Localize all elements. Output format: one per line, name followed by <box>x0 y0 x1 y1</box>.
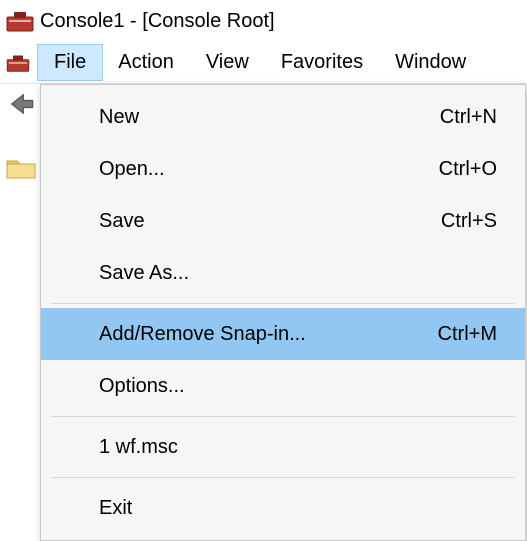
menu-file[interactable]: File <box>38 45 102 80</box>
menuitem-label: New <box>99 106 440 129</box>
menuitem-exit[interactable]: Exit <box>41 482 525 534</box>
menuitem-label: Save <box>99 210 441 233</box>
app-icon-small <box>4 51 32 75</box>
menu-separator <box>51 477 515 478</box>
back-arrow-icon[interactable] <box>7 90 35 125</box>
menuitem-shortcut: Ctrl+M <box>438 323 497 346</box>
menuitem-save-as[interactable]: Save As... <box>41 247 525 299</box>
app-icon <box>6 9 34 33</box>
menuitem-label: Options... <box>99 375 497 398</box>
toolbar-left <box>0 84 42 179</box>
menuitem-open[interactable]: Open... Ctrl+O <box>41 143 525 195</box>
folder-icon[interactable] <box>6 157 36 179</box>
menu-window[interactable]: Window <box>379 45 482 80</box>
menu-favorites[interactable]: Favorites <box>265 45 379 80</box>
menuitem-options[interactable]: Options... <box>41 360 525 412</box>
menuitem-add-remove-snapin[interactable]: Add/Remove Snap-in... Ctrl+M <box>41 308 525 360</box>
menuitem-new[interactable]: New Ctrl+N <box>41 91 525 143</box>
menuitem-shortcut: Ctrl+O <box>439 158 497 181</box>
menuitem-save[interactable]: Save Ctrl+S <box>41 195 525 247</box>
menuitem-shortcut: Ctrl+N <box>440 106 497 129</box>
menu-bar: File Action View Favorites Window <box>0 42 527 84</box>
menuitem-shortcut: Ctrl+S <box>441 210 497 233</box>
menu-separator <box>51 416 515 417</box>
menuitem-label: 1 wf.msc <box>99 436 497 459</box>
file-menu-dropdown: New Ctrl+N Open... Ctrl+O Save Ctrl+S Sa… <box>40 84 526 541</box>
menu-separator <box>51 303 515 304</box>
menuitem-label: Add/Remove Snap-in... <box>99 323 438 346</box>
menuitem-recent-1[interactable]: 1 wf.msc <box>41 421 525 473</box>
menuitem-label: Save As... <box>99 262 497 285</box>
menuitem-label: Open... <box>99 158 439 181</box>
window-title: Console1 - [Console Root] <box>40 10 275 33</box>
menuitem-label: Exit <box>99 497 497 520</box>
title-bar: Console1 - [Console Root] <box>0 0 527 42</box>
menu-view[interactable]: View <box>190 45 265 80</box>
menu-action[interactable]: Action <box>102 45 190 80</box>
